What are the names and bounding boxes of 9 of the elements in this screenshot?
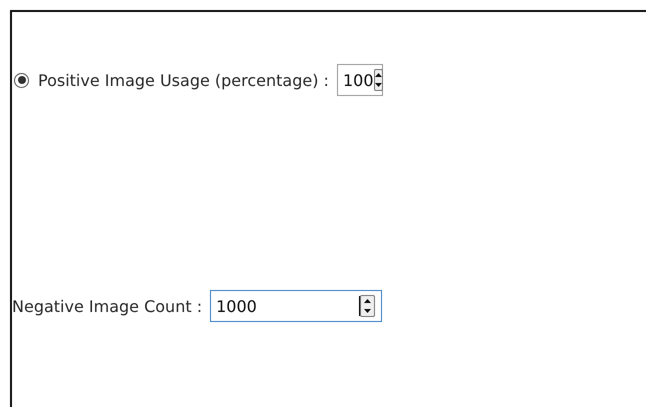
spin-value: 100 (342, 70, 374, 90)
spin-box[interactable]: 100 (336, 64, 383, 96)
radio-button[interactable] (14, 72, 29, 88)
spin-arrows-icon[interactable] (360, 295, 376, 317)
spin-box[interactable]: 1000 (210, 290, 382, 322)
spin-value: 1000 (215, 296, 258, 316)
spin-arrows-icon[interactable] (374, 69, 382, 91)
positive-usage-label: Positive Image Usage (percentage) : (38, 70, 329, 90)
negative-count-label: Negative Image Count : (12, 296, 202, 316)
